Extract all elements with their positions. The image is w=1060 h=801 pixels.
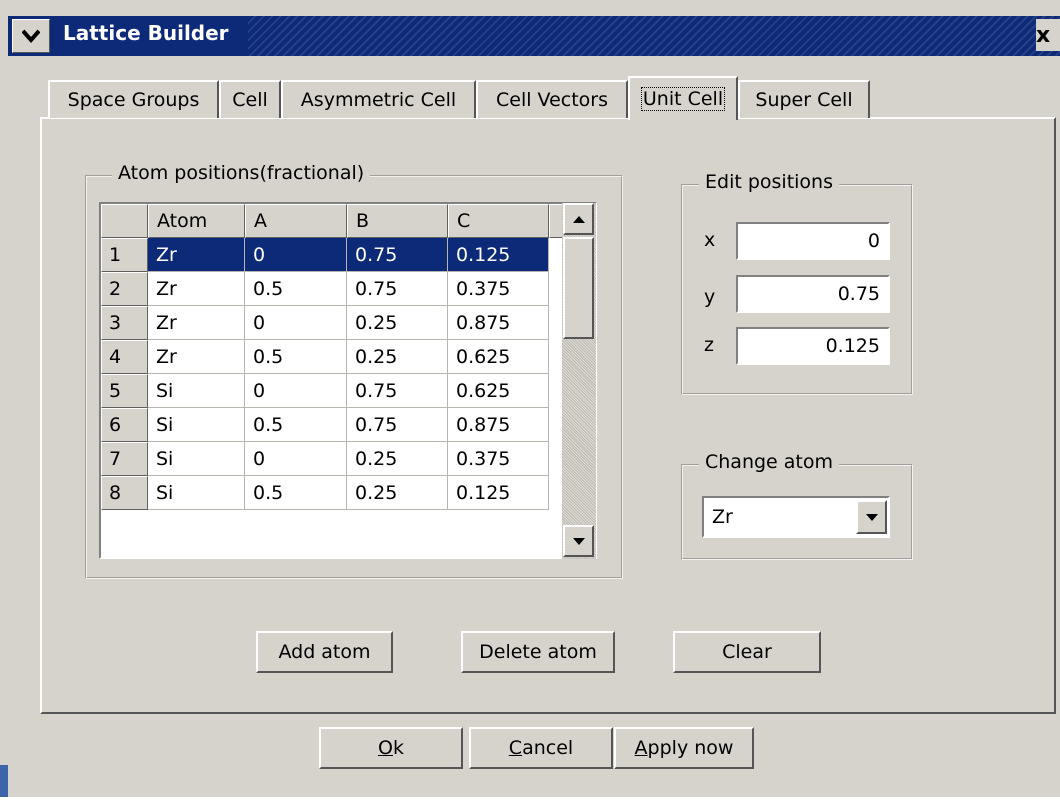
window-bottom-edge xyxy=(0,797,1060,801)
cell-atom[interactable]: Si xyxy=(148,442,245,476)
column-header-b[interactable]: B xyxy=(347,204,448,238)
cell-c[interactable]: 0.625 xyxy=(448,374,549,408)
tab-unit-cell[interactable]: Unit Cell xyxy=(628,76,738,120)
cell-atom[interactable]: Si xyxy=(148,408,245,442)
tab-label: Asymmetric Cell xyxy=(300,89,457,111)
lattice-builder-window: Lattice Builder x Space Groups Cell Asym… xyxy=(0,0,1060,801)
tab-label: Super Cell xyxy=(755,89,853,111)
cell-a[interactable]: 0 xyxy=(245,374,347,408)
table-vertical-scrollbar[interactable] xyxy=(562,203,596,559)
dropdown-button[interactable] xyxy=(856,500,887,534)
cell-atom[interactable]: Zr xyxy=(148,238,245,272)
close-button[interactable]: x xyxy=(1036,19,1060,51)
delete-atom-button[interactable]: Delete atom xyxy=(461,631,615,673)
cell-a[interactable]: 0.5 xyxy=(245,476,347,510)
window-menu-button[interactable] xyxy=(12,19,50,53)
arrow-down-icon xyxy=(572,537,585,545)
cell-b[interactable]: 0.75 xyxy=(347,238,448,272)
tab-asymmetric-cell[interactable]: Asymmetric Cell xyxy=(281,80,476,118)
window-title: Lattice Builder xyxy=(63,21,229,45)
edit-positions-title: Edit positions xyxy=(699,171,839,193)
cell-a[interactable]: 0.5 xyxy=(245,408,347,442)
cell-b[interactable]: 0.75 xyxy=(347,272,448,306)
cell-b[interactable]: 0.75 xyxy=(347,374,448,408)
cell-b[interactable]: 0.25 xyxy=(347,442,448,476)
column-header-filler xyxy=(549,204,563,238)
row-header[interactable]: 5 xyxy=(101,374,148,408)
chevron-down-icon xyxy=(22,29,40,43)
tab-super-cell[interactable]: Super Cell xyxy=(738,80,870,118)
tab-space-groups[interactable]: Space Groups xyxy=(48,80,219,118)
cancel-mnemonic: C xyxy=(508,737,523,759)
cell-a[interactable]: 0.5 xyxy=(245,272,347,306)
dropdown-arrow-icon xyxy=(865,513,878,521)
cell-b[interactable]: 0.25 xyxy=(347,306,448,340)
clear-button[interactable]: Clear xyxy=(673,631,821,673)
cell-b[interactable]: 0.25 xyxy=(347,340,448,374)
x-label: x xyxy=(704,229,716,251)
column-header-atom[interactable]: Atom xyxy=(148,204,245,238)
tab-label: Cell xyxy=(232,89,268,111)
atom-type-value: Zr xyxy=(712,506,733,528)
tab-cell-vectors[interactable]: Cell Vectors xyxy=(476,80,628,118)
cell-a[interactable]: 0 xyxy=(245,306,347,340)
tab-label: Cell Vectors xyxy=(496,89,608,111)
z-field[interactable]: 0.125 xyxy=(736,327,890,365)
row-header[interactable]: 4 xyxy=(101,340,148,374)
add-atom-button[interactable]: Add atom xyxy=(256,631,393,673)
row-header[interactable]: 3 xyxy=(101,306,148,340)
cell-a[interactable]: 0.5 xyxy=(245,340,347,374)
close-icon: x xyxy=(1036,22,1051,48)
cell-atom[interactable]: Zr xyxy=(148,306,245,340)
y-label: y xyxy=(704,286,716,308)
row-header[interactable]: 8 xyxy=(101,476,148,510)
row-header[interactable]: 1 xyxy=(101,238,148,272)
window-resize-edge xyxy=(0,765,8,801)
cell-atom[interactable]: Si xyxy=(148,374,245,408)
ok-button[interactable]: Ok xyxy=(319,727,463,769)
cell-c[interactable]: 0.125 xyxy=(448,476,549,510)
tab-cell[interactable]: Cell xyxy=(219,80,281,118)
row-header[interactable]: 7 xyxy=(101,442,148,476)
cell-a[interactable]: 0 xyxy=(245,442,347,476)
cancel-button[interactable]: Cancel xyxy=(469,727,613,769)
cell-atom[interactable]: Si xyxy=(148,476,245,510)
tab-label: Unit Cell xyxy=(640,87,726,111)
cancel-label: ancel xyxy=(522,737,574,759)
apply-now-button[interactable]: Apply now xyxy=(614,727,754,769)
atom-positions-title: Atom positions(fractional) xyxy=(112,162,371,184)
scroll-thumb[interactable] xyxy=(563,237,594,339)
cell-c[interactable]: 0.875 xyxy=(448,408,549,442)
cell-c[interactable]: 0.375 xyxy=(448,272,549,306)
atom-type-select[interactable]: Zr xyxy=(702,496,890,538)
cell-c[interactable]: 0.125 xyxy=(448,238,549,272)
scroll-down-button[interactable] xyxy=(563,525,594,557)
ok-mnemonic: O xyxy=(378,737,393,759)
row-header[interactable]: 6 xyxy=(101,408,148,442)
cell-c[interactable]: 0.375 xyxy=(448,442,549,476)
arrow-up-icon xyxy=(572,215,585,223)
window-left-edge xyxy=(0,56,8,801)
apply-label: pply now xyxy=(647,737,734,759)
cell-a[interactable]: 0 xyxy=(245,238,347,272)
column-header-a[interactable]: A xyxy=(245,204,347,238)
cell-c[interactable]: 0.625 xyxy=(448,340,549,374)
cell-b[interactable]: 0.25 xyxy=(347,476,448,510)
atom-table[interactable]: Atom A B C 1 Zr 0 0.75 0.125 2 Zr 0.5 0.75 0.375 3… xyxy=(99,202,597,559)
tab-label: Space Groups xyxy=(67,89,200,111)
cell-c[interactable]: 0.875 xyxy=(448,306,549,340)
ok-label: k xyxy=(392,737,404,759)
cell-atom[interactable]: Zr xyxy=(148,272,245,306)
scroll-up-button[interactable] xyxy=(563,203,594,235)
column-header-c[interactable]: C xyxy=(448,204,549,238)
z-label: z xyxy=(704,334,714,356)
x-field[interactable]: 0 xyxy=(736,222,890,260)
table-corner xyxy=(101,204,148,238)
apply-mnemonic: A xyxy=(634,737,648,759)
change-atom-title: Change atom xyxy=(699,451,840,473)
y-field[interactable]: 0.75 xyxy=(736,275,890,313)
cell-b[interactable]: 0.75 xyxy=(347,408,448,442)
row-header[interactable]: 2 xyxy=(101,272,148,306)
cell-atom[interactable]: Zr xyxy=(148,340,245,374)
